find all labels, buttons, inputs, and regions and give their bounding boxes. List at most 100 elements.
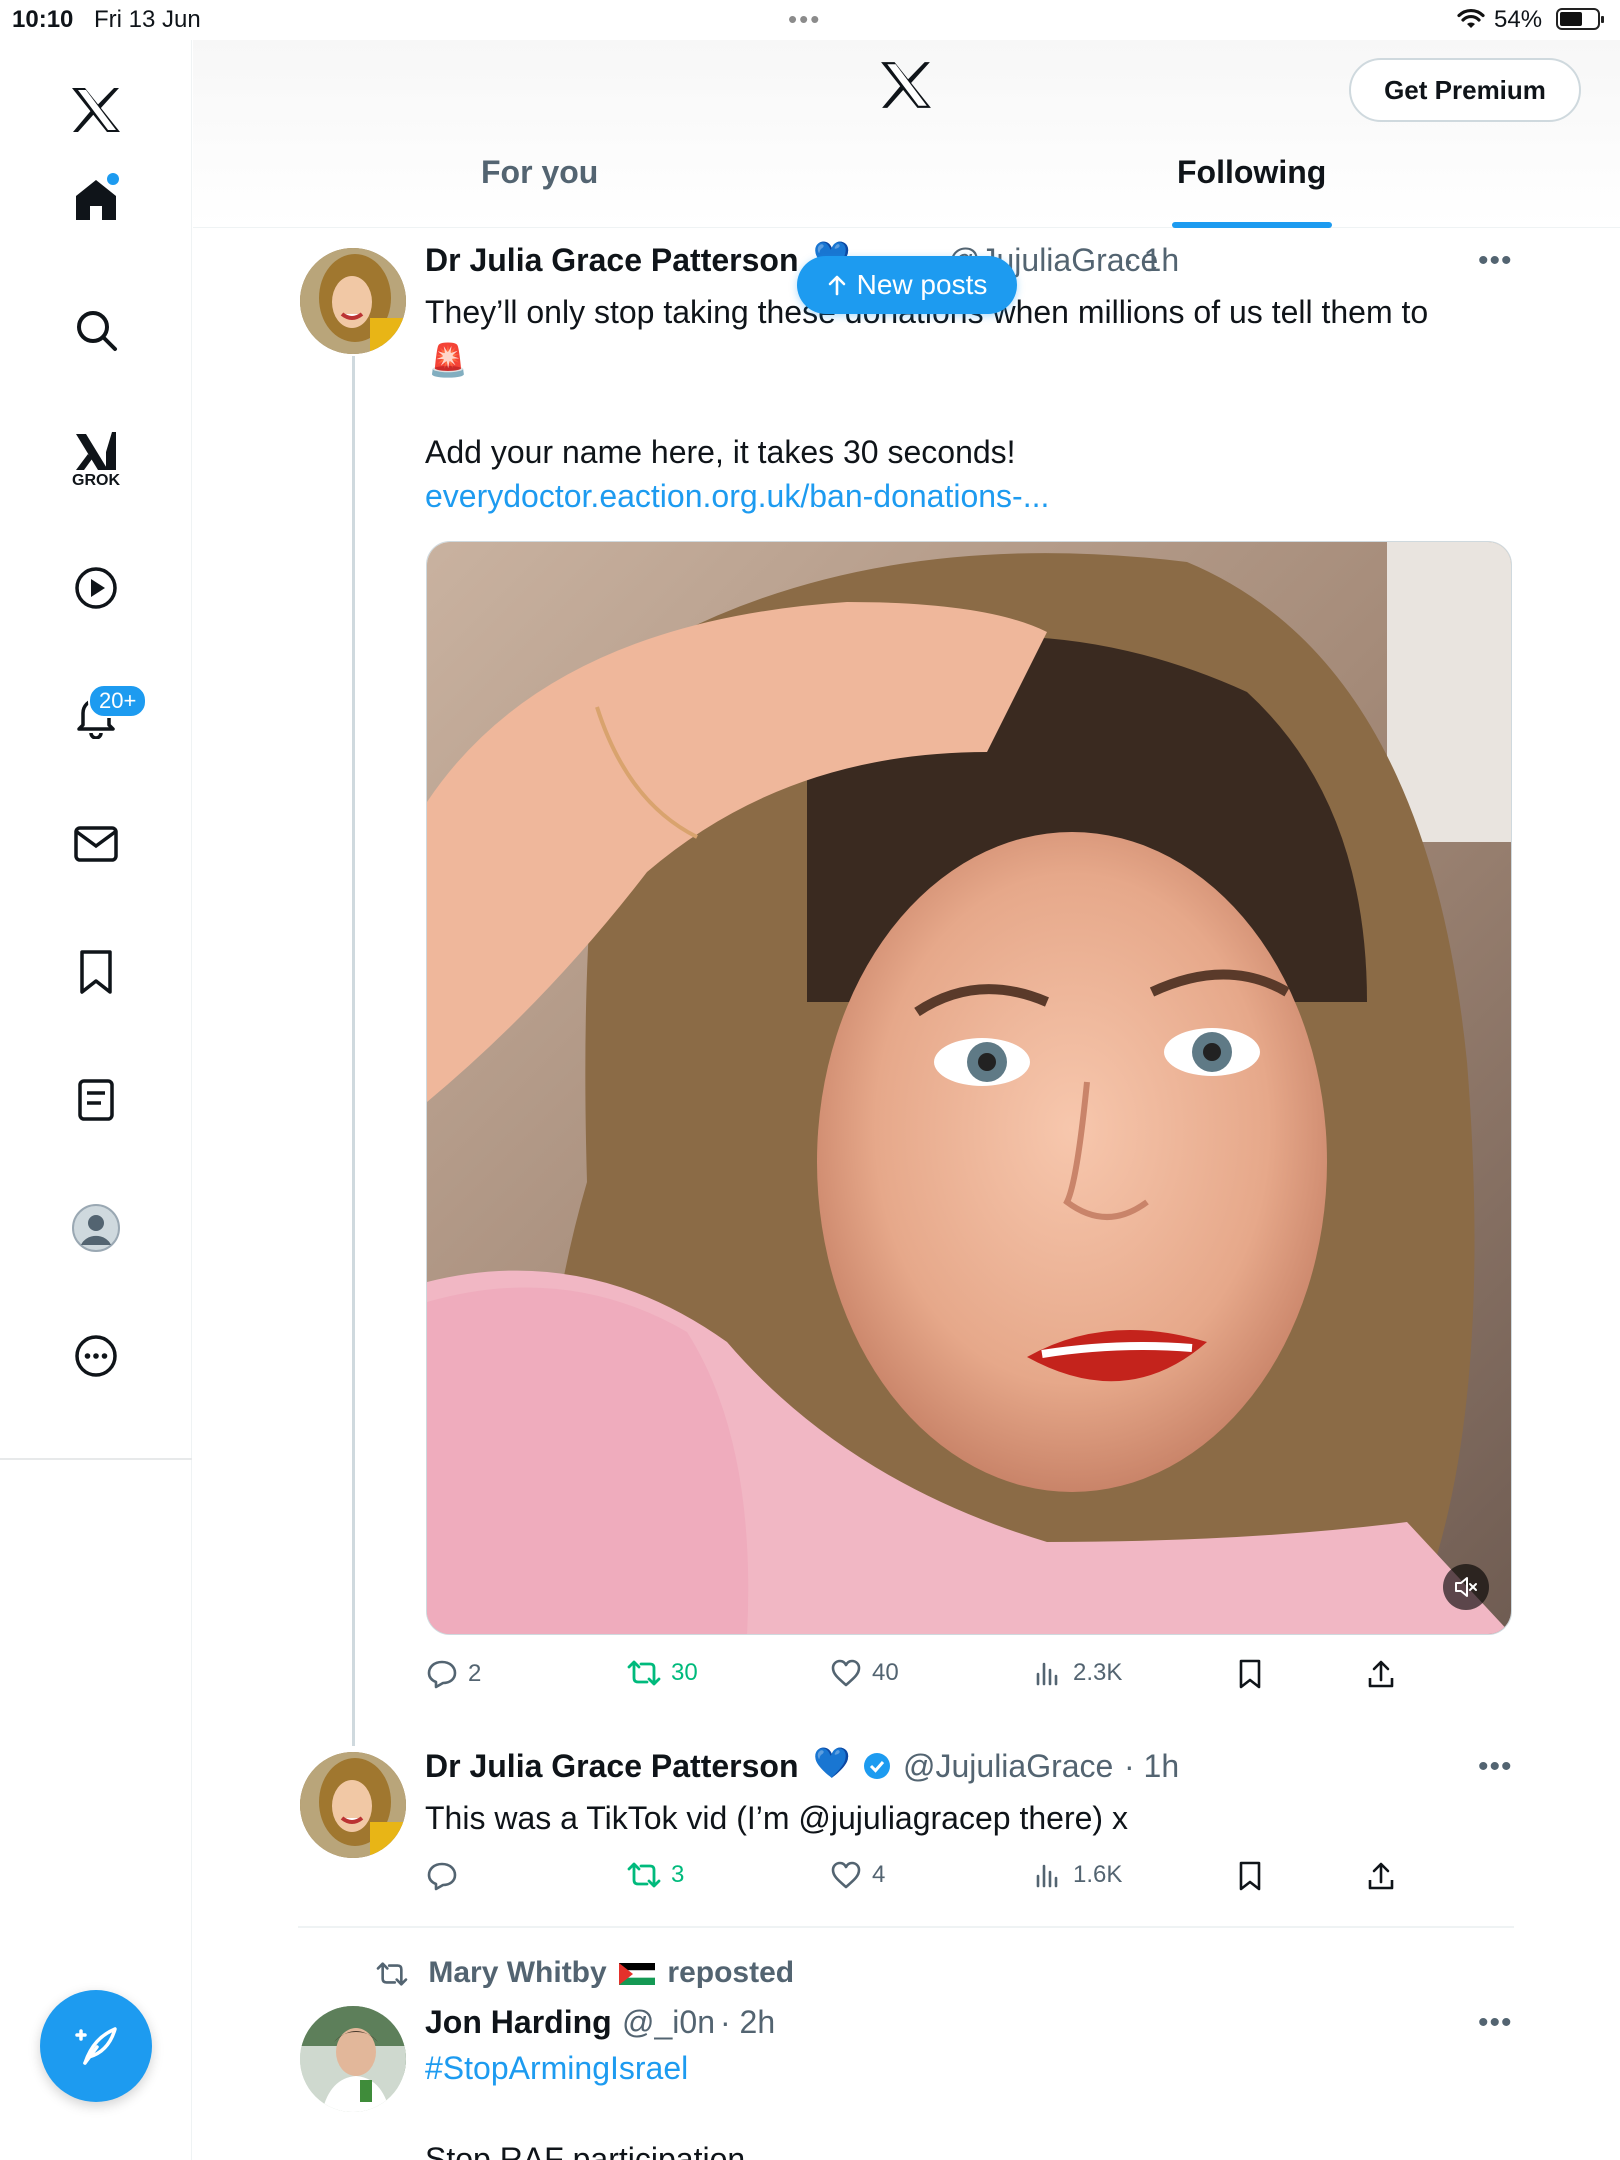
avatar[interactable] [300,248,406,354]
post-author-name[interactable]: Dr Julia Grace Patterson [425,1748,798,1785]
tab-following[interactable]: Following [1177,154,1326,191]
active-tab-indicator [1172,222,1332,228]
sidebar-nav: GROK [0,40,192,2160]
multitasking-dots-icon[interactable]: ••• [788,4,821,35]
repost-icon [627,1862,661,1888]
status-time: 10:10 [12,6,74,33]
post-link[interactable]: everydoctor.eaction.org.uk/ban-donations… [425,478,1049,515]
arrow-up-icon [828,275,845,296]
sidebar-item-lists[interactable] [56,1060,136,1140]
new-posts-label: New posts [856,269,988,300]
thread-connector-line [352,356,355,1746]
sidebar-item-explore[interactable] [56,290,136,370]
repost-context[interactable]: Mary Whitby reposted [376,1956,794,1990]
timeline-header: Get Premium For you Following [193,40,1620,228]
envelope-icon [74,826,118,862]
views-button[interactable]: 1.6K [1033,1860,1122,1890]
post-author-name[interactable]: Dr Julia Grace Patterson [425,242,798,279]
share-icon [1368,1660,1394,1688]
repost-icon [627,1660,661,1686]
share-button[interactable] [1366,1658,1396,1690]
reposted-label: reposted [667,1956,795,1989]
like-count: 40 [872,1659,899,1686]
sidebar-item-bookmarks[interactable] [56,932,136,1012]
wifi-icon [1457,8,1485,28]
post-timestamp[interactable]: · 2h [720,2004,775,2041]
x-logo-icon[interactable] [879,60,933,110]
new-posts-button[interactable]: New posts [797,256,1017,314]
more-circle-icon [75,1335,117,1377]
like-count: 4 [872,1861,886,1888]
post-author-handle[interactable]: @_i0n [622,2004,715,2041]
post-video[interactable] [426,541,1512,1635]
reposted-by-name[interactable]: Mary Whitby [428,1956,606,1989]
reply-button[interactable]: 2 [426,1658,481,1690]
home-unread-dot [107,173,119,185]
status-date: Fri 13 Jun [94,6,201,33]
compose-feather-icon [75,2027,117,2065]
post-more-icon[interactable]: ••• [1478,2006,1513,2040]
x-logo-icon[interactable] [56,70,136,150]
video-frame-image [427,542,1511,1634]
bookmark-icon [1239,1659,1261,1689]
post-hashtag[interactable]: #StopArmingIsrael [425,2050,688,2087]
post-text: This was a TikTok vid (I’m @jujuliagrace… [425,1800,1128,1836]
siren-emoji: 🚨 [428,342,468,378]
grok-label: GROK [72,472,120,489]
repost-button[interactable]: 30 [627,1658,698,1688]
notifications-badge: 20+ [88,684,148,718]
sidebar-item-home[interactable] [56,160,136,240]
views-button[interactable]: 2.3K [1033,1658,1122,1688]
get-premium-button[interactable]: Get Premium [1349,58,1581,122]
verified-badge-icon [864,1753,890,1779]
search-icon [77,311,117,351]
repost-count: 30 [671,1659,698,1686]
sidebar-item-more[interactable] [56,1316,136,1396]
reply-icon [427,1660,457,1689]
share-icon [1368,1862,1394,1890]
list-icon [78,1079,114,1121]
tab-for-you[interactable]: For you [481,154,598,191]
battery-percentage: 54% [1494,6,1543,33]
views-chart-icon [1036,1864,1058,1888]
bookmark-button[interactable] [1236,1860,1264,1892]
post-more-icon[interactable]: ••• [1478,244,1513,278]
post-divider [298,1926,1514,1928]
bookmark-icon [1239,1861,1261,1891]
sidebar-divider [0,1458,192,1460]
battery-icon [1556,8,1604,30]
repost-count: 3 [671,1861,685,1888]
repost-button[interactable]: 3 [627,1860,684,1890]
share-button[interactable] [1366,1860,1396,1892]
bookmark-button[interactable] [1236,1658,1264,1690]
sidebar-item-video[interactable] [56,548,136,628]
like-button[interactable]: 40 [830,1658,899,1688]
compose-post-button[interactable] [40,1990,152,2102]
post-author-handle[interactable]: @JujuliaGrace [903,1748,1113,1785]
post-more-icon[interactable]: ••• [1478,1750,1513,1784]
heart-icon [831,1861,861,1889]
post-text: Stop RAF participation [425,2141,746,2160]
bookmark-icon [80,950,112,994]
play-circle-icon [75,567,117,609]
sidebar-item-profile[interactable] [56,1188,136,1268]
post-author-name[interactable]: Jon Harding [425,2004,612,2041]
sidebar-item-grok[interactable]: GROK [56,420,136,500]
reply-count: 2 [468,1660,482,1687]
speaker-muted-icon [1455,1577,1477,1597]
view-count: 1.6K [1073,1861,1123,1888]
like-button[interactable]: 4 [830,1860,885,1890]
reply-button[interactable] [426,1860,468,1892]
status-bar: 10:10 Fri 13 Jun ••• 54% [0,0,1620,40]
post-timestamp[interactable]: · 1h [1124,242,1179,279]
mute-toggle-button[interactable] [1443,1564,1489,1610]
post-text-line2: Add your name here, it takes 30 seconds! [425,434,1016,470]
views-chart-icon [1036,1662,1058,1686]
blue-heart-emoji: 💙 [813,1747,851,1780]
view-count: 2.3K [1073,1659,1123,1686]
profile-avatar-icon [72,1204,120,1252]
avatar[interactable] [300,2006,406,2112]
post-timestamp[interactable]: · 1h [1124,1748,1179,1785]
sidebar-item-messages[interactable] [56,804,136,884]
avatar[interactable] [300,1752,406,1858]
